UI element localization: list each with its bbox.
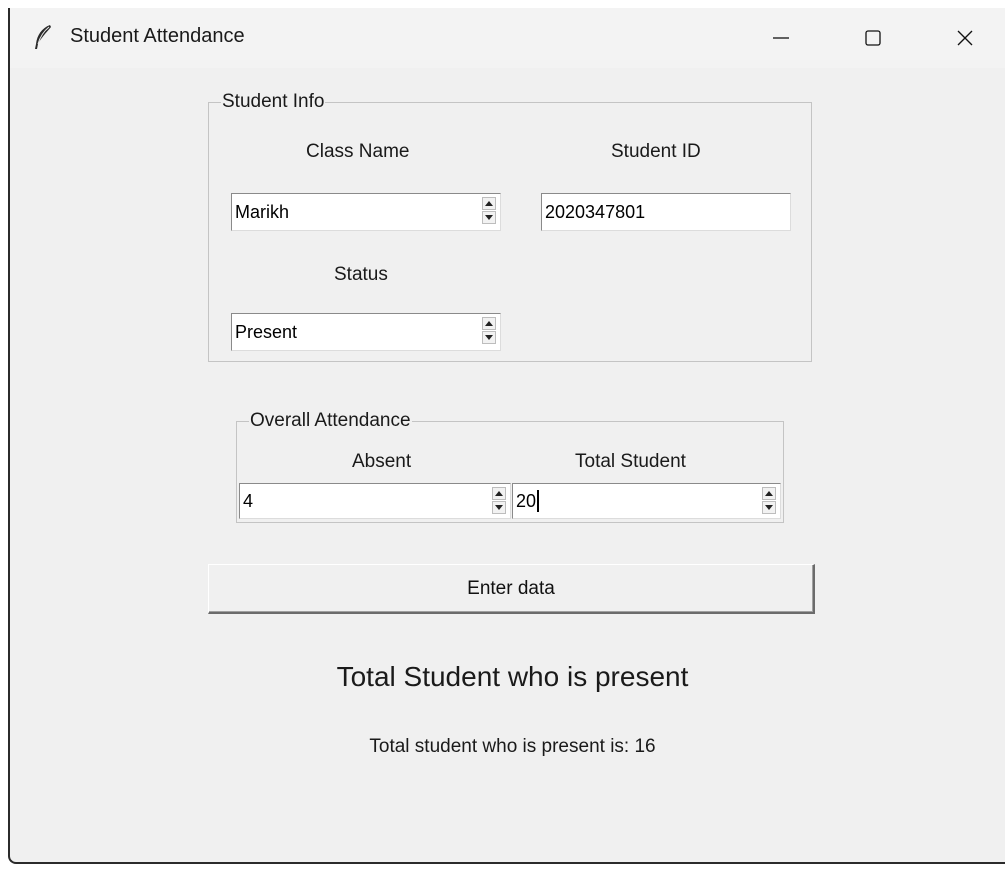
spin-up-arrow-icon[interactable] <box>762 487 776 500</box>
feather-icon <box>35 25 51 49</box>
title-bar[interactable]: Student Attendance <box>10 8 1005 68</box>
class-name-spin-arrows <box>482 197 498 225</box>
total-student-text: 20 <box>516 490 537 511</box>
window-title: Student Attendance <box>70 25 245 47</box>
status-spinbox[interactable]: Present <box>231 313 501 351</box>
spin-up-arrow-icon[interactable] <box>492 487 506 500</box>
enter-data-button[interactable]: Enter data <box>208 564 815 614</box>
class-name-spinbox[interactable]: Marikh <box>231 193 501 231</box>
absent-spinbox[interactable]: 4 <box>239 483 511 519</box>
maximize-icon <box>865 30 881 46</box>
spin-down-arrow-icon[interactable] <box>762 501 776 514</box>
spin-up-arrow-icon[interactable] <box>482 317 496 330</box>
total-student-value: 20 <box>516 484 540 518</box>
close-icon <box>957 30 973 46</box>
spin-down-arrow-icon[interactable] <box>482 211 496 224</box>
total-student-label: Total Student <box>575 451 686 472</box>
maximize-button[interactable] <box>850 18 896 58</box>
student-info-legend: Student Info <box>222 91 325 112</box>
total-student-spin-arrows <box>762 487 778 515</box>
minimize-icon <box>773 37 789 39</box>
spin-down-arrow-icon[interactable] <box>482 331 496 344</box>
class-name-value: Marikh <box>235 201 290 222</box>
status-value: Present <box>235 321 298 342</box>
spin-up-arrow-icon[interactable] <box>482 197 496 210</box>
student-id-label: Student ID <box>611 141 701 162</box>
status-spin-arrows <box>482 317 498 345</box>
total-student-spinbox[interactable]: 20 <box>512 483 781 519</box>
class-name-label: Class Name <box>306 141 410 162</box>
absent-spin-arrows <box>492 487 508 515</box>
student-id-value: 2020347801 <box>545 201 646 222</box>
text-cursor <box>537 490 540 512</box>
absent-value: 4 <box>243 490 254 511</box>
app-window: Student Attendance Student Info Class Na… <box>8 8 1005 864</box>
result-text: Total student who is present is: 16 <box>369 736 656 757</box>
spin-down-arrow-icon[interactable] <box>492 501 506 514</box>
absent-label: Absent <box>352 451 412 472</box>
status-label: Status <box>334 264 388 285</box>
overall-attendance-legend: Overall Attendance <box>250 410 411 431</box>
minimize-button[interactable] <box>758 18 804 58</box>
close-button[interactable] <box>942 18 988 58</box>
student-id-input[interactable]: 2020347801 <box>541 193 791 231</box>
result-heading: Total Student who is present <box>336 661 689 692</box>
